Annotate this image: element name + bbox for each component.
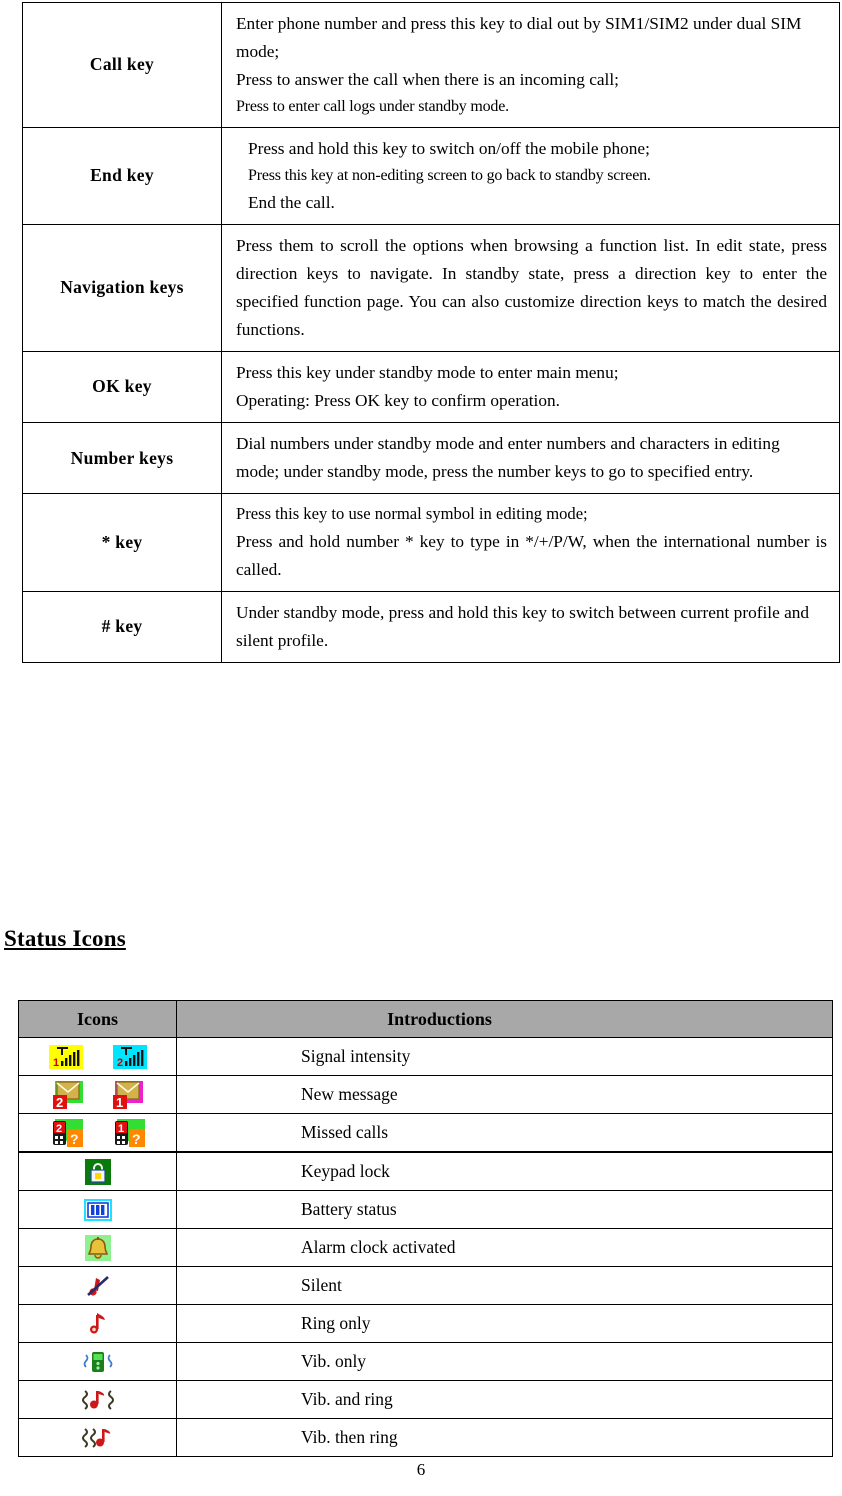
status-icons-table: Icons Introductions 1 2 Signal intensity… [18, 1000, 833, 1457]
key-desc-line: Press to enter call logs under standby m… [236, 98, 509, 116]
icon-description: Silent [176, 1266, 833, 1305]
table-row: Battery status [18, 1190, 833, 1229]
key-description-cell: Press this key under standby mode to ent… [221, 350, 840, 423]
icon-cell [18, 1151, 177, 1191]
key-desc-line: End the call. [248, 192, 335, 212]
key-description-cell: Press them to scroll the options when br… [221, 223, 840, 352]
svg-text:1: 1 [118, 1123, 124, 1135]
table-header-row: Icons Introductions [18, 1000, 833, 1038]
icon-cell [18, 1418, 177, 1457]
table-row: Navigation keys Press them to scroll the… [22, 223, 840, 352]
key-description-cell: Dial numbers under standby mode and ente… [221, 421, 840, 495]
table-row: ? 2 ? 1 Missed calls [18, 1113, 833, 1153]
vibrate-and-ring-icon [81, 1387, 115, 1413]
icon-cell: ? 2 ? 1 [18, 1113, 177, 1153]
key-name-cell: * key [22, 493, 222, 592]
page-title: Status Icons [4, 926, 126, 951]
icon-description: Vib. then ring [176, 1418, 833, 1457]
missed-calls-sim1-icon: ? 1 [113, 1118, 145, 1147]
svg-text:1: 1 [53, 1057, 59, 1069]
signal-intensity-sim1-icon: 1 [48, 1044, 83, 1069]
key-desc-line: Press to answer the call when there is a… [236, 70, 619, 90]
key-description-cell: Enter phone number and press this key to… [221, 2, 840, 128]
key-description-cell: Under standby mode, press and hold this … [221, 590, 840, 663]
icon-cell [18, 1190, 177, 1229]
icon-cell: 2 1 [18, 1075, 177, 1114]
table-row: Silent [18, 1266, 833, 1305]
table-row: # key Under standby mode, press and hold… [22, 590, 840, 663]
icon-cell [18, 1228, 177, 1267]
svg-text:2: 2 [56, 1095, 63, 1109]
key-desc-line: Dial numbers under standby mode and ente… [236, 433, 780, 481]
key-description-cell: Press and hold this key to switch on/off… [221, 126, 840, 225]
icon-cell: 1 2 [18, 1037, 177, 1076]
column-header-introductions: Introductions [176, 1000, 833, 1038]
column-header-icons: Icons [18, 1000, 177, 1038]
battery-status-icon [83, 1198, 112, 1221]
key-name-cell: # key [22, 590, 222, 663]
key-functions-table: Call key Enter phone number and press th… [22, 2, 840, 663]
alarm-clock-icon [84, 1234, 111, 1261]
table-row: Ring only [18, 1304, 833, 1343]
key-desc-line: Press and hold number * key to type in *… [236, 531, 827, 579]
vibrate-only-icon [83, 1349, 113, 1375]
ring-only-icon [85, 1311, 111, 1337]
silent-icon [85, 1273, 111, 1299]
table-row: 1 2 Signal intensity [18, 1037, 833, 1076]
icon-description: Alarm clock activated [176, 1228, 833, 1267]
icon-cell [18, 1304, 177, 1343]
icon-description: Keypad lock [176, 1151, 833, 1191]
icon-description: New message [176, 1075, 833, 1114]
table-row: Vib. and ring [18, 1380, 833, 1419]
key-desc-line: Press this key under standby mode to ent… [236, 362, 619, 382]
key-desc-line: Enter phone number and press this key to… [236, 14, 802, 62]
new-message-sim2-icon: 2 [52, 1080, 83, 1110]
key-desc-line: Press them to scroll the options when br… [236, 235, 827, 339]
table-row: Vib. only [18, 1342, 833, 1381]
table-row: End key Press and hold this key to switc… [22, 126, 840, 225]
key-name-cell: End key [22, 126, 222, 225]
svg-text:2: 2 [56, 1123, 62, 1135]
page-number: 6 [416, 1460, 426, 1479]
icon-description: Ring only [176, 1304, 833, 1343]
key-desc-line: Operating: Press OK key to confirm opera… [236, 390, 560, 410]
key-name-cell: Call key [22, 2, 222, 128]
key-desc-line: Press this key at non-editing screen to … [248, 166, 651, 184]
svg-text:2: 2 [117, 1057, 123, 1069]
table-row: Number keys Dial numbers under standby m… [22, 421, 840, 495]
svg-text:?: ? [132, 1131, 141, 1147]
key-name-cell: Navigation keys [22, 223, 222, 352]
new-message-sim1-icon: 1 [112, 1080, 143, 1110]
vibrate-then-ring-icon [81, 1425, 115, 1451]
icon-cell [18, 1342, 177, 1381]
missed-calls-sim2-icon: ? 2 [51, 1118, 83, 1147]
table-row: * key Press this key to use normal symbo… [22, 493, 840, 592]
table-row: Vib. then ring [18, 1418, 833, 1457]
key-desc-line: Under standby mode, press and hold this … [236, 602, 810, 650]
key-desc-line: Press this key to use normal symbol in e… [236, 504, 588, 524]
icon-description: Vib. and ring [176, 1380, 833, 1419]
key-name-cell: OK key [22, 350, 222, 423]
table-row: OK key Press this key under standby mode… [22, 350, 840, 423]
key-desc-line: Press and hold this key to switch on/off… [248, 138, 650, 158]
table-row: 2 1 New message [18, 1075, 833, 1114]
table-row: Call key Enter phone number and press th… [22, 2, 840, 128]
icon-description: Vib. only [176, 1342, 833, 1381]
icon-description: Missed calls [176, 1113, 833, 1153]
keypad-lock-icon [84, 1158, 111, 1185]
table-row: Alarm clock activated [18, 1228, 833, 1267]
key-description-cell: Press this key to use normal symbol in e… [221, 493, 840, 592]
icon-cell [18, 1266, 177, 1305]
svg-text:1: 1 [116, 1095, 123, 1109]
svg-text:?: ? [70, 1131, 79, 1147]
icon-description: Battery status [176, 1190, 833, 1229]
table-row: Keypad lock [18, 1151, 833, 1191]
icon-description: Signal intensity [176, 1037, 833, 1076]
key-name-cell: Number keys [22, 421, 222, 495]
icon-cell [18, 1380, 177, 1419]
signal-intensity-sim2-icon: 2 [112, 1044, 147, 1069]
